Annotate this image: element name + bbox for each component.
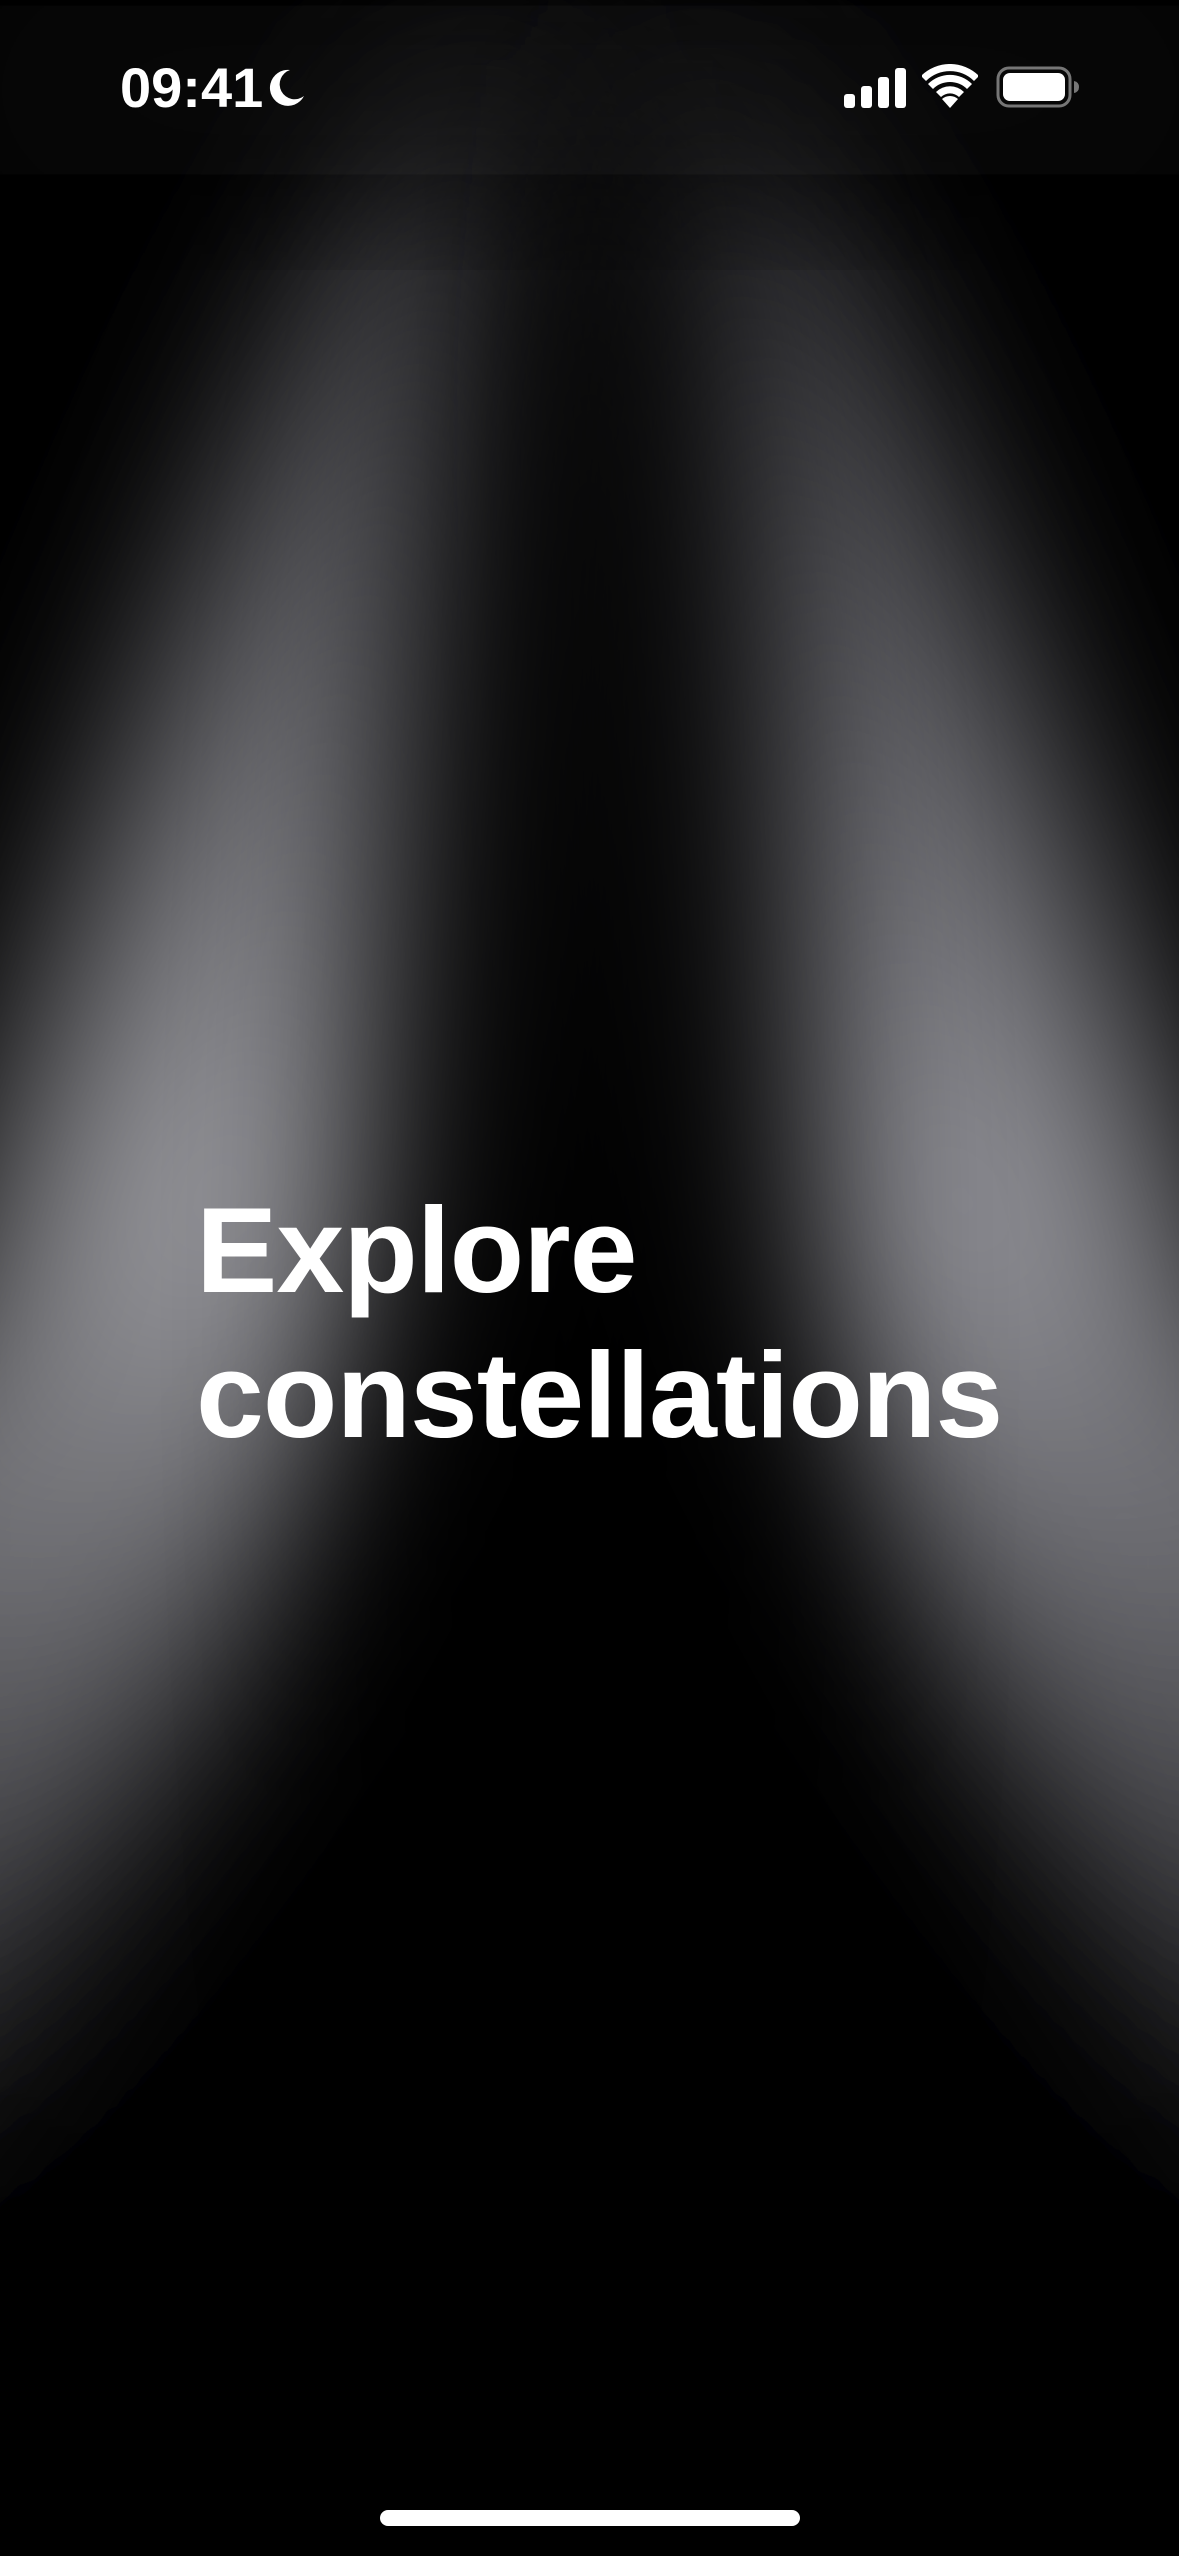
headline-line-2: constellations — [196, 1327, 1003, 1463]
battery-icon — [996, 66, 1079, 108]
onboarding-screen: 09:41 Explore constellations — [0, 0, 1179, 2556]
moon-icon — [269, 69, 304, 106]
headline: Explore constellations — [196, 1178, 1096, 1468]
status-bar: 09:41 — [0, 0, 1179, 170]
wifi-icon — [922, 64, 978, 108]
home-indicator[interactable] — [380, 2510, 800, 2526]
headline-line-1: Explore — [196, 1182, 638, 1318]
cellular-signal-icon — [844, 68, 906, 108]
status-time: 09:41 — [120, 56, 264, 119]
